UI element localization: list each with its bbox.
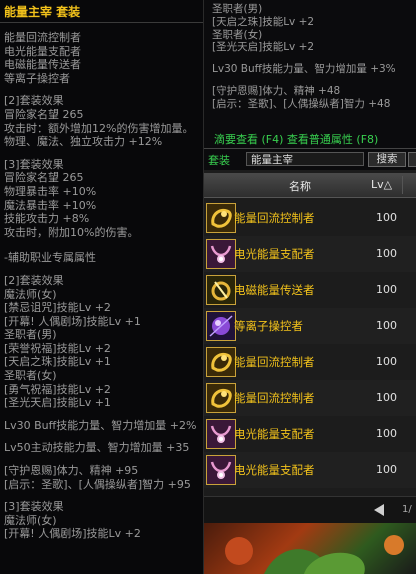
tooltip-line: -辅助职业专属属性 <box>4 251 96 265</box>
tooltip-line: 攻击时：额外增加12%的伤害增加量。 <box>4 121 194 135</box>
item-name: 等离子操控者 <box>234 319 303 333</box>
search-button[interactable]: 搜索 <box>368 152 406 167</box>
tooltip-line: [开幕! 人偶剧场]技能Lv +1 <box>4 314 141 328</box>
item-level: 100 <box>376 463 397 476</box>
set-search-bar: 套装 能量主宰 搜索 <box>208 152 416 168</box>
effect-line: 圣职者(男) <box>212 3 263 15</box>
name-column-header[interactable]: 名称 <box>289 178 311 194</box>
set-tooltip: 能量主宰 套装 能量回流控制者 电光能量支配者 电磁能量传送者 等离子操控者 [2]套装… <box>0 0 204 574</box>
item-list: 名称 Lv△ 能量回流控制者 100 电光能量支配者 100 电磁能量传送者 100 等离子… <box>204 170 416 496</box>
set-search-input[interactable]: 能量主宰 <box>246 152 364 166</box>
item-level: 100 <box>376 355 397 368</box>
tooltip-line: [开幕! 人偶剧场]技能Lv +2 <box>4 527 141 541</box>
item-row[interactable]: 电磁能量传送者 100 <box>204 272 416 308</box>
character-artwork <box>204 523 416 574</box>
tooltip-line: 攻击时，附加10%的伤害。 <box>4 225 139 239</box>
tooltip-line: [荣誉祝福]技能Lv +2 <box>4 341 111 355</box>
view-attributes-link[interactable]: 滴要查看 (F4) 查看普通属性 (F8) <box>214 131 378 147</box>
tooltip-line: [2]套装效果 <box>4 273 64 287</box>
effect-line: [守护恩赐]体力、精神 +48 <box>212 84 341 97</box>
item-name: 电磁能量传送者 <box>234 283 315 297</box>
equipment-panel: 圣职者(男) [天启之珠]技能Lv +2 圣职者(女) [圣光天启]技能Lv +2 Lv… <box>204 0 416 574</box>
item-name: 能量回流控制者 <box>234 355 315 369</box>
item-name: 能量回流控制者 <box>234 391 315 405</box>
effect-line: [圣光天启]技能Lv +2 <box>212 41 315 54</box>
tooltip-line: 电光能量支配者 <box>4 44 81 58</box>
tooltip-line: [勇气祝福]技能Lv +2 <box>4 382 111 396</box>
item-row[interactable]: 能量回流控制者 100 <box>204 344 416 380</box>
gold-bracelet-icon <box>206 383 236 413</box>
item-level: 100 <box>376 283 397 296</box>
item-name: 能量回流控制者 <box>234 211 315 225</box>
tooltip-line: 物理暴击率 +10% <box>4 184 97 198</box>
tooltip-line: 等离子操控者 <box>4 71 70 85</box>
tooltip-line: 电磁能量传送者 <box>4 58 81 72</box>
gold-bracelet-icon <box>206 203 236 233</box>
tooltip-line: [启示：圣歌]、[人偶操纵者]智力 +95 <box>4 477 191 491</box>
tooltip-line: 魔法师(女) <box>4 287 57 301</box>
tooltip-line: [守护恩赐]体力、精神 +95 <box>4 464 139 478</box>
gold-bracelet-icon <box>206 347 236 377</box>
tooltip-line: Lv30 Buff技能力量、智力增加量 +2% <box>4 418 197 432</box>
tooltip-line: 物理、魔法、独立攻击力 +12% <box>4 135 163 149</box>
pink-necklace-icon <box>206 419 236 449</box>
effect-line: [启示：圣歌]、[人偶操纵者]智力 +48 <box>212 97 391 110</box>
set-title: 能量主宰 套装 <box>4 5 81 19</box>
list-header: 名称 Lv△ <box>204 173 416 198</box>
tooltip-line: [2]套装效果 <box>4 94 64 108</box>
tooltip-line: 圣职者(女) <box>4 369 57 383</box>
header-spacer <box>402 176 416 194</box>
pager: 1/ <box>204 496 416 523</box>
level-column-header[interactable]: Lv△ <box>371 178 392 191</box>
purple-orb-icon <box>206 311 236 341</box>
upper-effects-text: 圣职者(男) [天启之珠]技能Lv +2 圣职者(女) [圣光天启]技能Lv +2 Lv… <box>212 3 416 111</box>
pink-necklace-icon <box>206 455 236 485</box>
page-indicator: 1/ <box>402 504 412 515</box>
item-row[interactable]: 电光能量支配者 100 <box>204 416 416 452</box>
gold-ring-icon <box>206 275 236 305</box>
tooltip-line: [3]套装效果 <box>4 500 64 514</box>
tooltip-line: 魔法师(女) <box>4 513 57 527</box>
item-row[interactable]: 能量回流控制者 100 <box>204 380 416 416</box>
item-level: 100 <box>376 427 397 440</box>
item-row[interactable]: 电光能量支配者 100 <box>204 452 416 488</box>
tooltip-line: 冒险家名望 265 <box>4 107 84 121</box>
set-effects-text: 能量回流控制者 电光能量支配者 电磁能量传送者 等离子操控者 [2]套装效果 冒险家名望 … <box>4 31 203 541</box>
pink-necklace-icon <box>206 239 236 269</box>
tooltip-line: [禁忌诅咒]技能Lv +2 <box>4 301 111 315</box>
set-label: 套装 <box>208 154 230 167</box>
panel-divider <box>204 148 416 149</box>
tooltip-line: [3]套装效果 <box>4 157 64 171</box>
item-row[interactable]: 等离子操控者 100 <box>204 308 416 344</box>
tooltip-line: [圣光天启]技能Lv +1 <box>4 396 111 410</box>
item-name: 电光能量支配者 <box>234 463 315 477</box>
tooltip-line: Lv50主动技能力量、智力增加量 +35 <box>4 441 190 455</box>
tooltip-line: 圣职者(男) <box>4 328 57 342</box>
tooltip-line: 冒险家名望 265 <box>4 171 84 185</box>
item-level: 100 <box>376 319 397 332</box>
item-name: 电光能量支配者 <box>234 247 315 261</box>
tooltip-line: 能量回流控制者 <box>4 31 81 44</box>
item-level: 100 <box>376 391 397 404</box>
item-name: 电光能量支配者 <box>234 427 315 441</box>
next-tool-button[interactable] <box>408 152 416 167</box>
prev-page-icon[interactable] <box>370 502 388 518</box>
effect-line: [天启之珠]技能Lv +2 <box>212 15 315 28</box>
tooltip-line: [天启之珠]技能Lv +1 <box>4 355 111 369</box>
item-level: 100 <box>376 211 397 224</box>
item-row[interactable]: 电光能量支配者 100 <box>204 236 416 272</box>
item-row[interactable]: 能量回流控制者 100 <box>204 200 416 236</box>
effect-line: 圣职者(女) <box>212 28 263 41</box>
tooltip-line: 技能攻击力 +8% <box>4 212 90 226</box>
tooltip-line: 魔法暴击率 +10% <box>4 198 97 212</box>
item-level: 100 <box>376 247 397 260</box>
title-divider <box>0 22 203 23</box>
effect-line: Lv30 Buff技能力量、智力增加量 +3% <box>212 63 396 76</box>
